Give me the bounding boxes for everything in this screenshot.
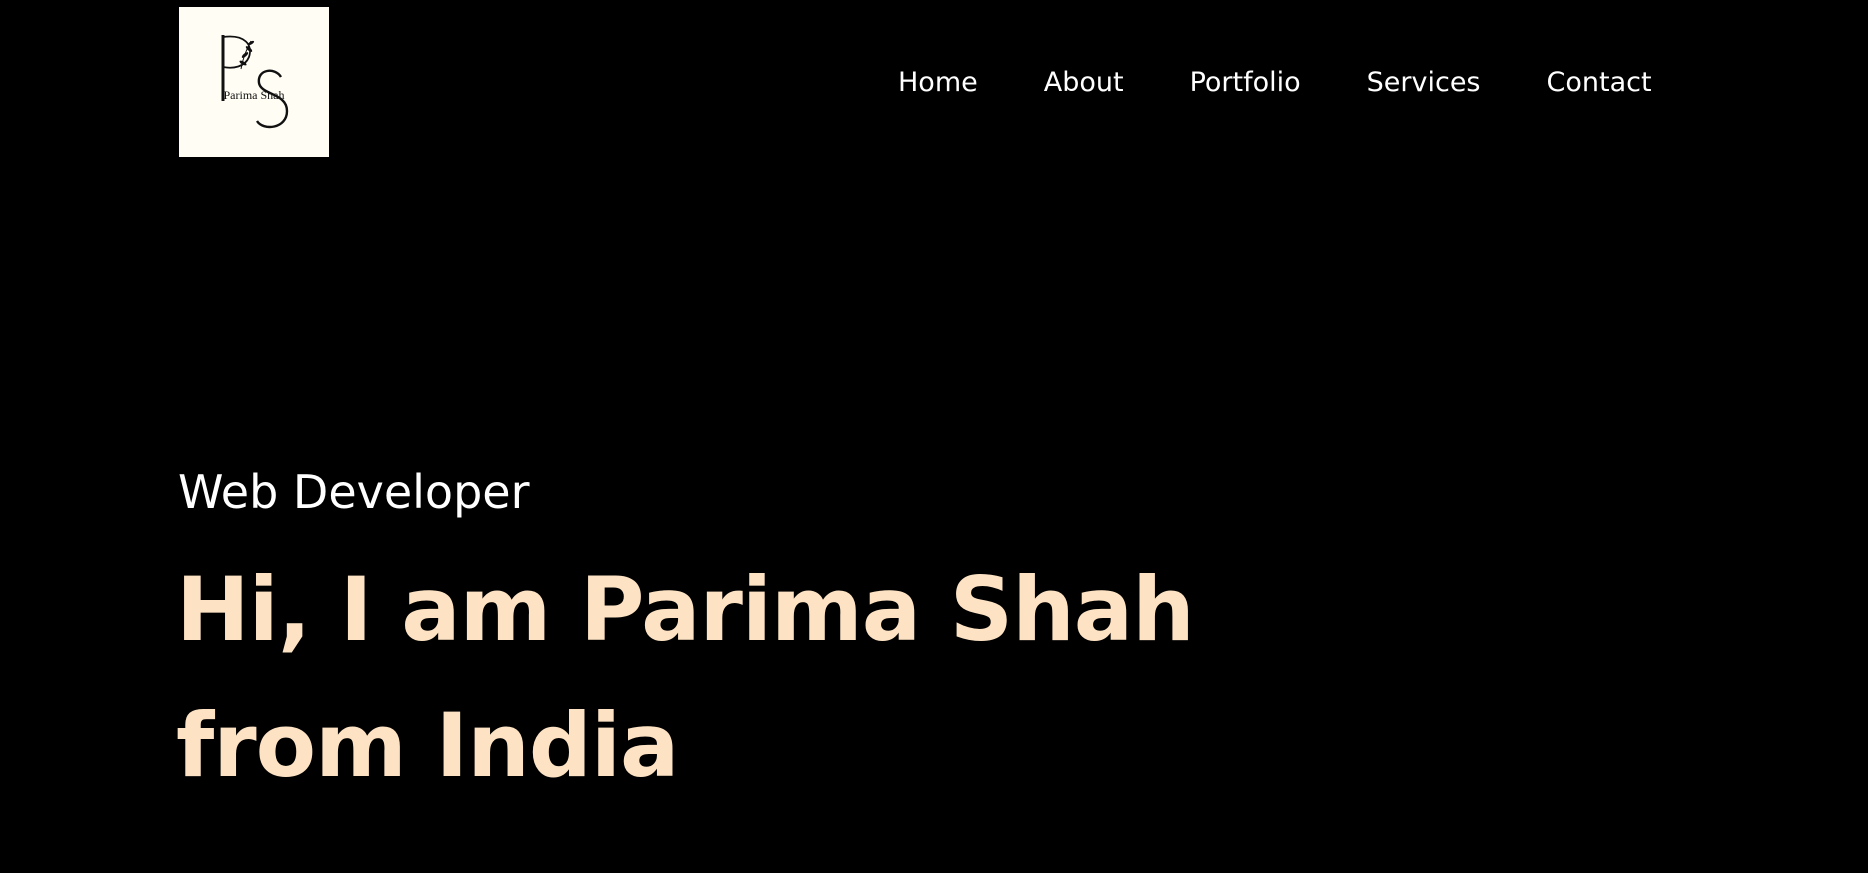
site-logo[interactable]: Parima Shah	[179, 7, 329, 157]
nav-link-about[interactable]: About	[1044, 65, 1124, 101]
nav-link-home[interactable]: Home	[898, 65, 978, 101]
main-navigation: Home About Portfolio Services Contact	[898, 63, 1652, 103]
nav-link-services[interactable]: Services	[1367, 65, 1481, 101]
hero-headline: Hi, I am Parima Shah from India	[176, 542, 1195, 814]
hero-headline-line-1: Hi, I am Parima Shah	[176, 558, 1195, 661]
svg-text:Parima Shah: Parima Shah	[224, 88, 285, 102]
hero-role-subtitle: Web Developer	[178, 465, 530, 519]
nav-link-portfolio[interactable]: Portfolio	[1190, 65, 1301, 101]
parima-shah-monogram-logo: Parima Shah	[221, 35, 289, 129]
hero-headline-line-2: from India	[176, 694, 679, 797]
nav-link-contact[interactable]: Contact	[1547, 65, 1652, 101]
